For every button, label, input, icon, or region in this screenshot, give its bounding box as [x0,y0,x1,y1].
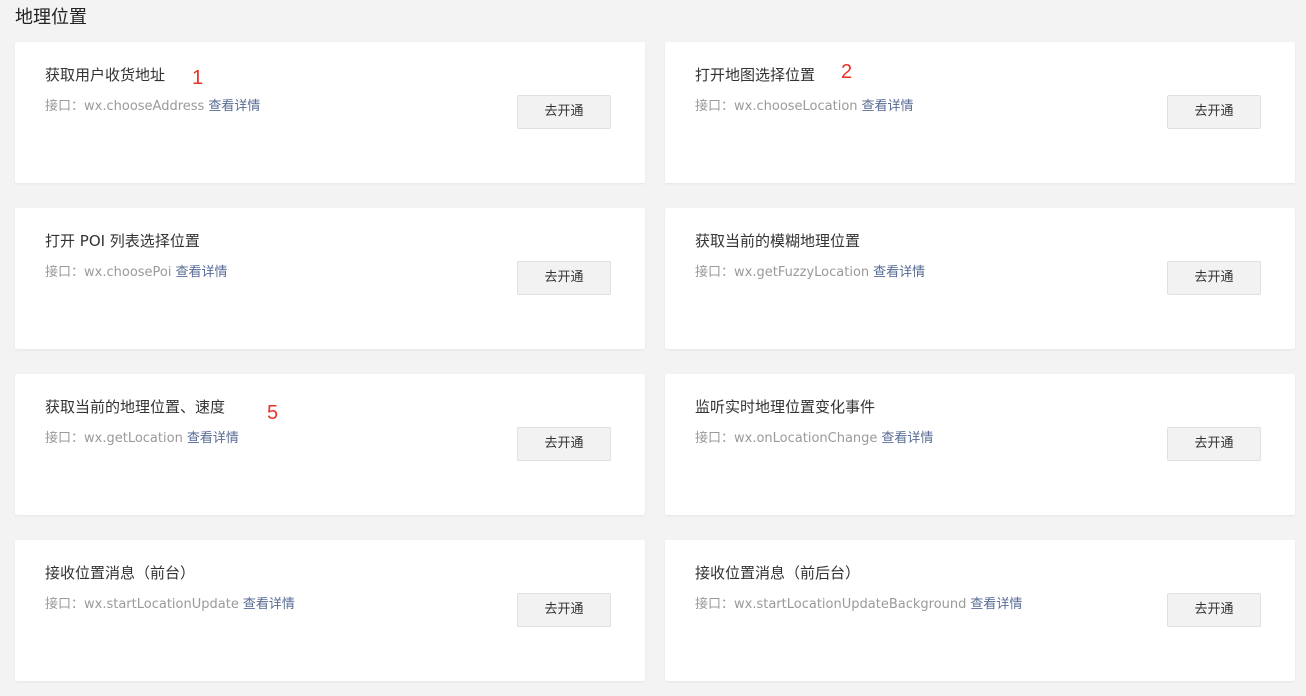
activate-button[interactable]: 去开通 [517,593,611,627]
card-title: 获取用户收货地址 [45,65,165,85]
activate-button[interactable]: 去开通 [517,427,611,461]
card-title: 打开地图选择位置 [695,65,815,85]
view-details-link[interactable]: 查看详情 [881,431,933,446]
activate-button[interactable]: 去开通 [1167,427,1261,461]
section-title: 地理位置 [15,6,87,30]
activate-button[interactable]: 去开通 [517,95,611,129]
api-card-choose-poi: 打开 POI 列表选择位置 接口：wx.choosePoi 查看详情 去开通 [15,208,645,349]
api-prefix: 接口： [695,597,734,612]
activate-button[interactable]: 去开通 [1167,261,1261,295]
card-api-line: 接口：wx.getFuzzyLocation 查看详情 [695,264,925,282]
api-card-choose-address: 获取用户收货地址 接口：wx.chooseAddress 查看详情 去开通 [15,42,645,183]
view-details-link[interactable]: 查看详情 [862,99,914,114]
activate-button[interactable]: 去开通 [1167,593,1261,627]
card-title: 接收位置消息（前后台） [695,563,860,583]
card-title: 接收位置消息（前台） [45,563,195,583]
api-name: wx.getFuzzyLocation [734,265,869,280]
card-title: 监听实时地理位置变化事件 [695,397,875,417]
card-title: 获取当前的模糊地理位置 [695,231,860,251]
view-details-link[interactable]: 查看详情 [873,265,925,280]
api-name: wx.startLocationUpdateBackground [734,597,966,612]
card-api-line: 接口：wx.startLocationUpdateBackground 查看详情 [695,596,1022,614]
activate-button[interactable]: 去开通 [517,261,611,295]
annotation-number: 5 [267,402,278,424]
api-prefix: 接口： [695,265,734,280]
api-name: wx.chooseAddress [84,99,204,114]
view-details-link[interactable]: 查看详情 [208,99,260,114]
api-card-choose-location: 打开地图选择位置 接口：wx.chooseLocation 查看详情 去开通 [665,42,1295,183]
api-prefix: 接口： [45,431,84,446]
api-prefix: 接口： [45,597,84,612]
api-card-start-location-update-background: 接收位置消息（前后台） 接口：wx.startLocationUpdateBac… [665,540,1295,681]
card-api-line: 接口：wx.getLocation 查看详情 [45,430,239,448]
api-name: wx.choosePoi [84,265,171,280]
card-title: 打开 POI 列表选择位置 [45,231,200,251]
api-card-on-location-change: 监听实时地理位置变化事件 接口：wx.onLocationChange查看详情 … [665,374,1295,515]
api-name: wx.getLocation [84,431,183,446]
card-api-line: 接口：wx.choosePoi 查看详情 [45,264,228,282]
api-prefix: 接口： [695,99,734,114]
api-card-start-location-update: 接收位置消息（前台） 接口：wx.startLocationUpdate 查看详情… [15,540,645,681]
card-api-line: 接口：wx.chooseAddress 查看详情 [45,98,260,116]
annotation-number: 2 [841,61,852,83]
view-details-link[interactable]: 查看详情 [187,431,239,446]
api-card-get-location: 获取当前的地理位置、速度 接口：wx.getLocation 查看详情 去开通 [15,374,645,515]
view-details-link[interactable]: 查看详情 [243,597,295,612]
card-api-line: 接口：wx.onLocationChange 查看详情 [695,430,933,448]
api-prefix: 接口： [45,99,84,114]
api-name: wx.onLocationChange [734,431,877,446]
activate-button[interactable]: 去开通 [1167,95,1261,129]
card-api-line: 接口：wx.chooseLocation 查看详情 [695,98,914,116]
api-prefix: 接口： [45,265,84,280]
annotation-number: 1 [192,67,203,89]
api-card-get-fuzzy-location: 获取当前的模糊地理位置 接口：wx.getFuzzyLocation 查看详情 去… [665,208,1295,349]
card-title: 获取当前的地理位置、速度 [45,397,225,417]
api-name: wx.chooseLocation [734,99,858,114]
api-prefix: 接口： [695,431,734,446]
view-details-link[interactable]: 查看详情 [970,597,1022,612]
view-details-link[interactable]: 查看详情 [175,265,227,280]
api-name: wx.startLocationUpdate [84,597,239,612]
card-api-line: 接口：wx.startLocationUpdate 查看详情 [45,596,295,614]
